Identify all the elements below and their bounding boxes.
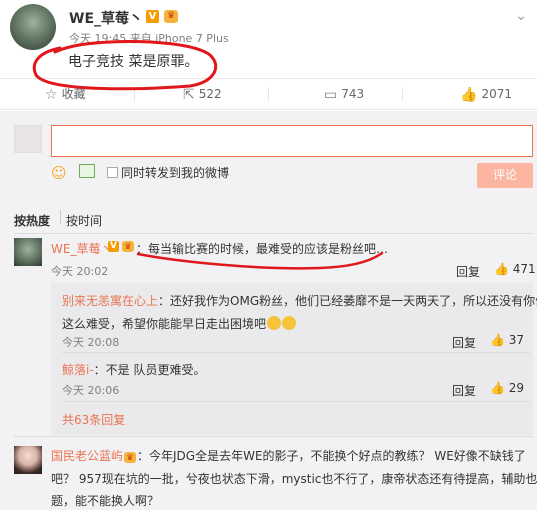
sort-by-time-tab[interactable]: 按时间 bbox=[66, 212, 102, 229]
member-crown-icon: ♛ bbox=[122, 241, 134, 252]
reply-author[interactable]: 鲸落i- bbox=[62, 363, 94, 377]
current-user-avatar bbox=[14, 125, 42, 153]
forward-checkbox[interactable] bbox=[107, 167, 118, 178]
emoji-icon[interactable]: ☺ bbox=[51, 164, 67, 182]
verified-badge-icon: V bbox=[108, 241, 119, 252]
comment-author[interactable]: WE_草莓丶 bbox=[51, 240, 112, 257]
post-author-name[interactable]: WE_草莓丶 bbox=[69, 8, 143, 28]
thumbs-up-icon: 👍 bbox=[494, 262, 509, 276]
image-icon[interactable] bbox=[79, 164, 95, 178]
author-avatar[interactable] bbox=[10, 4, 56, 50]
submit-comment-button[interactable]: 评论 bbox=[477, 163, 533, 188]
comment-author[interactable]: 国民老公蓝屿 bbox=[51, 449, 123, 463]
sort-by-hot-tab[interactable]: 按热度 bbox=[14, 212, 50, 229]
post-meta: 今天 19:45 来自 iPhone 7 Plus bbox=[69, 32, 229, 45]
comment-text-cont: 题，能不能换人啊？ bbox=[51, 494, 160, 508]
share-button[interactable]: ⇱ 522 bbox=[183, 79, 222, 109]
reply-button[interactable]: 回复 bbox=[452, 334, 476, 351]
reply-button[interactable]: 回复 bbox=[452, 382, 476, 399]
reply-like-button[interactable]: 👍 29 bbox=[490, 381, 524, 395]
share-count: 522 bbox=[198, 87, 222, 101]
member-crown-icon: ♛ bbox=[164, 10, 178, 23]
reply-like-button[interactable]: 👍 37 bbox=[490, 333, 524, 347]
chevron-down-icon[interactable]: ⌄ bbox=[515, 8, 527, 24]
action-bar: ☆ 收藏 ⇱ 522 ▭ 743 👍 2071 bbox=[0, 78, 537, 110]
reply-text: 别来无恙寓在心上：还好我作为OMG粉丝，他们已经萎靡不是一天两天了，所以还没有你… bbox=[62, 294, 537, 308]
comment-button[interactable]: ▭ 743 bbox=[324, 79, 364, 109]
thumbs-up-icon: 👍 bbox=[490, 381, 505, 395]
reply-text: 鲸落i-：不是 队员更难受。 bbox=[62, 363, 206, 377]
more-replies-link[interactable]: 共63条回复 bbox=[62, 411, 125, 428]
comment-icon: ▭ bbox=[324, 87, 338, 103]
member-crown-icon: ♛ bbox=[124, 452, 137, 463]
comment-text-cont: 吧？ 957现在坑的一批，兮夜也状态下滑，mystic也不行了，康帝状态还有待提… bbox=[51, 472, 537, 486]
comment-like-button[interactable]: 👍 471 bbox=[494, 262, 536, 276]
comment-like-count: 471 bbox=[512, 262, 536, 276]
forward-label: 同时转发到我的微博 bbox=[121, 166, 230, 180]
comment-avatar[interactable] bbox=[14, 446, 42, 474]
share-icon: ⇱ bbox=[183, 87, 195, 103]
crying-emoji-icon bbox=[282, 316, 297, 330]
reply-author[interactable]: 别来无恙寓在心上 bbox=[62, 294, 158, 308]
star-icon: ☆ bbox=[45, 87, 58, 103]
reply-button[interactable]: 回复 bbox=[456, 263, 480, 280]
reply-text-cont: 这么难受，希望你能能早日走出困境吧 bbox=[62, 315, 297, 332]
favorite-button[interactable]: ☆ 收藏 bbox=[45, 79, 86, 109]
like-button[interactable]: 👍 2071 bbox=[460, 79, 512, 109]
like-count: 2071 bbox=[481, 87, 512, 101]
thumbs-up-icon: 👍 bbox=[490, 333, 505, 347]
crying-emoji-icon bbox=[267, 316, 282, 330]
comment-text: ：每当输比赛的时候，最难受的应该是粉丝吧… bbox=[136, 242, 389, 256]
reply-time: 今天 20:06 bbox=[62, 384, 120, 397]
post-text: 电子竞技 菜是原罪。 bbox=[68, 54, 199, 70]
reply-time: 今天 20:08 bbox=[62, 336, 120, 349]
comment-text: 国民老公蓝屿 ♛ ：今年JDG全是去年WE的影子，不能换个好点的教练？ WE好像不缺… bbox=[51, 449, 526, 463]
favorite-label: 收藏 bbox=[61, 87, 86, 101]
comment-count: 743 bbox=[341, 87, 365, 101]
comment-avatar[interactable] bbox=[14, 238, 42, 266]
verified-badge-icon: V bbox=[146, 10, 159, 23]
comment-time: 今天 20:02 bbox=[51, 265, 109, 278]
comment-input[interactable] bbox=[51, 125, 533, 157]
thumbs-up-icon: 👍 bbox=[460, 87, 478, 103]
